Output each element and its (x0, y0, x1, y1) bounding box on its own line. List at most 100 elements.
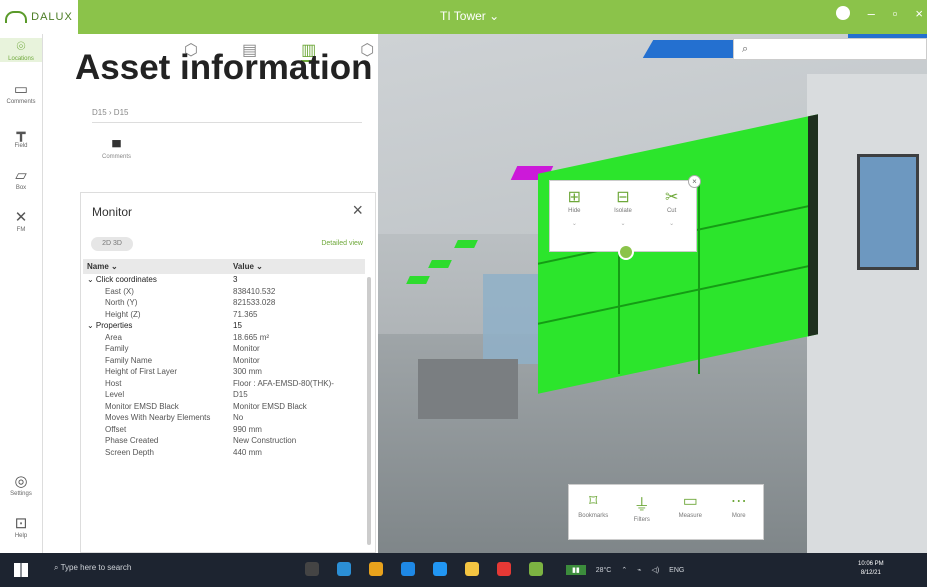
maximize-button[interactable]: ▫ (893, 6, 898, 21)
close-window-button[interactable]: × (915, 6, 923, 21)
property-name: Level (105, 390, 125, 400)
cut-button[interactable]: ✂ Cut ⌄ (652, 187, 692, 251)
taskbar-search[interactable]: ⌕ Type here to search (54, 563, 131, 573)
search-icon: ⌕ (742, 43, 749, 55)
task-view-icon[interactable] (305, 562, 319, 576)
view-toggle[interactable]: 2D 3D (91, 237, 133, 251)
filters-button[interactable]: ⏚ Filters (622, 491, 662, 539)
filter-icon: ⏚ (633, 497, 650, 514)
teams-icon[interactable] (401, 562, 415, 576)
column-header-value[interactable]: Value ⌄ (229, 259, 365, 274)
rail-label: Box (15, 185, 27, 191)
settings-icon: ◎ (14, 473, 28, 490)
dalux-app-icon[interactable] (529, 562, 543, 576)
hide-icon: ⊞ (567, 189, 582, 206)
ctx-label: Cut (666, 208, 677, 214)
ceiling-panel-green (428, 260, 452, 268)
property-value: 821533.028 (233, 298, 276, 308)
chevron-down-icon: ⌄ (669, 221, 675, 227)
folder-icon: ▱ (15, 167, 27, 184)
tool-label: Bookmarks (578, 513, 609, 519)
property-name: ⌄ Click coordinates (87, 275, 157, 285)
comments-icon: ▭ (13, 81, 29, 98)
close-button[interactable]: × (352, 200, 363, 221)
language-indicator[interactable]: ENG (669, 567, 684, 574)
table-row: Height (Z) 71.365 (83, 309, 365, 321)
edge-icon[interactable] (337, 562, 351, 576)
property-value: D15 (233, 390, 248, 400)
property-value: 71.365 (233, 309, 258, 319)
hide-button[interactable]: ⊞ Hide ⌄ (554, 187, 594, 251)
tray-chevron-icon[interactable]: ⌃ (621, 566, 627, 574)
help-icon: ⊡ (14, 515, 28, 532)
measure-button[interactable]: ▭ Measure (670, 491, 710, 539)
close-icon[interactable]: × (688, 175, 701, 188)
rail-item-field[interactable]: ┳ Field (0, 124, 42, 149)
table-row[interactable]: ⌄ Click coordinates 3 (83, 274, 365, 286)
volume-icon[interactable]: ◁) (651, 566, 659, 574)
scissors-icon: ✂ (664, 189, 679, 206)
rail-item-box[interactable]: ▱ Box (0, 166, 42, 191)
comments-tile[interactable]: ▀ Comments (102, 140, 131, 160)
more-icon: ⋯ (730, 493, 747, 510)
windows-taskbar: ⌕ Type here to search ▮▮ 28°C ⌃ ⌁ ◁) ENG… (0, 553, 927, 587)
weather-readout[interactable]: 28°C (596, 567, 612, 574)
3d-viewport[interactable]: ⌕ ⊞ Hide ⌄ ⊟ Isolate ⌄ ✂ Cut ⌄ × ⌑ Bookm… (378, 34, 927, 553)
property-name: Phase Created (105, 436, 159, 446)
project-selector[interactable]: TI Tower ⌄ (440, 9, 499, 23)
property-value: 990 mm (233, 424, 262, 434)
rail-item-settings[interactable]: ◎ Settings (0, 472, 42, 497)
rail-item-comments[interactable]: ▭ Comments (0, 80, 42, 105)
store-icon[interactable] (433, 562, 447, 576)
isolate-button[interactable]: ⊟ Isolate ⌄ (603, 187, 643, 251)
rail-item-locations[interactable]: ⌾ Locations (0, 38, 42, 62)
property-value: Floor : AFA-EMSD-80(THK)- (233, 378, 334, 388)
property-name: Family (105, 344, 129, 354)
user-icon[interactable] (835, 6, 850, 20)
table-row: Family Name Monitor (83, 355, 365, 367)
file-explorer-icon[interactable] (465, 562, 479, 576)
property-value: 18.665 m² (233, 332, 270, 342)
table-row: North (Y) 821533.028 (83, 297, 365, 309)
rail-item-help[interactable]: ⊡ Help (0, 514, 42, 539)
property-name: North (Y) (105, 298, 138, 308)
table-row[interactable]: ⌄ Properties 15 (83, 320, 365, 332)
isolate-icon: ⊟ (616, 189, 630, 206)
tool-label: Measure (678, 513, 702, 519)
rail-label: Comments (6, 99, 36, 105)
table-row: Screen Depth 440 mm (83, 447, 365, 459)
property-value: 838410.532 (233, 286, 276, 296)
windows-start-icon[interactable] (14, 563, 28, 577)
search-placeholder: Type here to search (60, 563, 132, 572)
app-icon[interactable] (497, 562, 511, 576)
search-input[interactable]: ⌕ (733, 38, 927, 60)
battery-icon[interactable]: ▮▮ (566, 565, 586, 575)
tools-icon: ✕ (14, 209, 28, 226)
property-name: East (X) (105, 286, 134, 296)
chevron-down-icon: ⌄ (620, 221, 626, 227)
glass-partition (483, 274, 543, 364)
ruler-icon: ▭ (682, 493, 698, 510)
table-row: Family Monitor (83, 343, 365, 355)
table-row: Host Floor : AFA-EMSD-80(THK)- (83, 378, 365, 390)
clock[interactable]: 10:06 PM 8/12/21 (858, 560, 884, 578)
breadcrumb[interactable]: D15 › D15 (92, 108, 128, 117)
property-name: Screen Depth (105, 447, 154, 457)
panel-title: Monitor (92, 205, 133, 219)
properties-table: Name ⌄ Value ⌄ ⌄ Click coordinates 3 East… (83, 259, 365, 458)
clock-date: 8/12/21 (860, 570, 881, 576)
column-header-name[interactable]: Name ⌄ (83, 259, 229, 274)
chrome-icon[interactable] (369, 562, 383, 576)
detailed-view-link[interactable]: Detailed view (321, 240, 363, 247)
rail-item-fm[interactable]: ✕ FM (0, 208, 42, 233)
scrollbar[interactable] (367, 277, 371, 545)
crane-icon: ┳ (16, 125, 26, 142)
ctx-label: Hide (568, 208, 581, 214)
minimize-button[interactable]: – (868, 6, 875, 21)
clock-time: 10:06 PM (858, 561, 884, 567)
more-button[interactable]: ⋯ More (719, 491, 759, 539)
bookmarks-button[interactable]: ⌑ Bookmarks (573, 491, 613, 539)
table-row: Monitor EMSD Black Monitor EMSD Black (83, 401, 365, 413)
property-value: Monitor EMSD Black (233, 401, 307, 411)
network-icon[interactable]: ⌁ (637, 566, 641, 574)
